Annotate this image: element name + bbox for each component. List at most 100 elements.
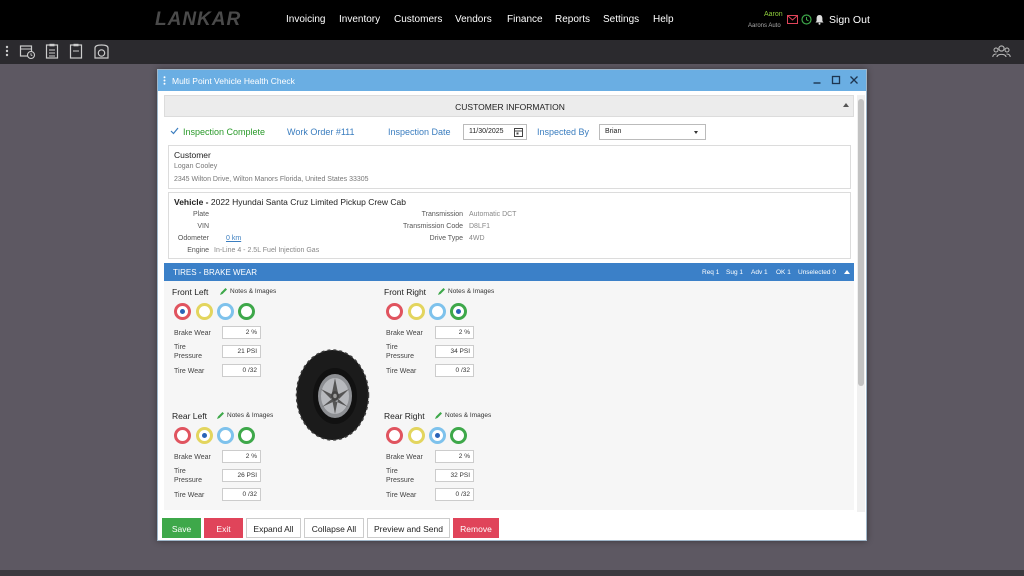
chevron-down-icon — [694, 131, 698, 134]
tire-pressure-input[interactable]: 21 PSI — [222, 345, 261, 358]
checkmark-icon[interactable] — [170, 127, 179, 135]
tire-wear-label: Tire Wear — [174, 368, 205, 375]
tire-pressure-input[interactable]: 26 PSI — [222, 469, 261, 482]
sign-out-link[interactable]: Sign Out — [829, 14, 870, 26]
maximize-icon[interactable] — [829, 73, 843, 87]
vehicle-title: Vehicle - 2022 Hyundai Santa Cruz Limite… — [174, 197, 407, 207]
brake-wear-label: Brake Wear — [174, 454, 211, 461]
notes-images-link[interactable]: Notes & Images — [445, 412, 491, 419]
nav-customers[interactable]: Customers — [394, 14, 442, 25]
tire-pressure-input[interactable]: 34 PSI — [435, 345, 474, 358]
more-vertical-icon[interactable] — [5, 45, 9, 57]
status-sug-radio[interactable] — [408, 303, 425, 320]
odometer-link[interactable]: 0 km — [226, 235, 241, 242]
clock-icon[interactable] — [801, 14, 812, 25]
dialog-scrollbar[interactable] — [857, 95, 865, 512]
customer-name: Logan Cooley — [174, 163, 218, 170]
work-order-link[interactable]: Work Order #111 — [287, 127, 355, 137]
notes-images-link[interactable]: Notes & Images — [230, 288, 276, 295]
bell-icon[interactable] — [815, 14, 824, 25]
dialog-title: Multi Point Vehicle Health Check — [172, 76, 295, 86]
nav-vendors[interactable]: Vendors — [455, 14, 492, 25]
status-req-radio[interactable] — [386, 427, 403, 444]
brake-wear-input[interactable]: 2 % — [435, 326, 474, 339]
pencil-icon[interactable] — [219, 287, 228, 296]
odometer-label: Odometer — [177, 235, 209, 242]
users-group-icon[interactable] — [992, 44, 1011, 59]
status-adv-radio[interactable] — [217, 303, 234, 320]
inspection-date-input[interactable]: 11/30/2025 — [463, 124, 527, 140]
status-ok-radio[interactable] — [450, 427, 467, 444]
transmission-code-value: D8LF1 — [469, 223, 491, 230]
notes-images-link[interactable]: Notes & Images — [227, 412, 273, 419]
checklist-icon[interactable] — [45, 43, 59, 60]
status-ok-radio[interactable] — [450, 303, 467, 320]
status-ok-radio[interactable] — [238, 427, 255, 444]
status-req-radio[interactable] — [386, 303, 403, 320]
pencil-icon[interactable] — [216, 411, 225, 420]
nav-invoicing[interactable]: Invoicing — [286, 14, 325, 25]
status-sug-radio[interactable] — [408, 427, 425, 444]
status-req-radio[interactable] — [174, 427, 191, 444]
tire-pressure-label: Tire Pressure — [386, 344, 415, 360]
save-button[interactable]: Save — [162, 518, 201, 538]
collapse-all-button[interactable]: Collapse All — [304, 518, 364, 538]
inspection-complete-label[interactable]: Inspection Complete — [183, 127, 265, 137]
minimize-icon[interactable] — [810, 73, 824, 87]
tire-image — [295, 349, 370, 441]
brake-wear-input[interactable]: 2 % — [435, 450, 474, 463]
remove-button[interactable]: Remove — [453, 518, 499, 538]
status-sug-radio[interactable] — [196, 427, 213, 444]
inspected-by-select[interactable]: Brian — [599, 124, 706, 140]
engine-label: Engine — [187, 247, 209, 254]
engine-value: In-Line 4 - 2.5L Fuel Injection Gas — [214, 247, 320, 254]
vin-label: VIN — [197, 223, 209, 230]
drag-handle-icon[interactable] — [163, 76, 166, 85]
close-icon[interactable] — [847, 73, 861, 87]
preview-send-button[interactable]: Preview and Send — [367, 518, 450, 538]
tire-wear-input[interactable]: 0 /32 — [222, 364, 261, 377]
scrollbar-thumb[interactable] — [858, 99, 864, 386]
status-adv-radio[interactable] — [217, 427, 234, 444]
nav-help[interactable]: Help — [653, 14, 674, 25]
tire-service-icon[interactable] — [93, 43, 110, 60]
nav-settings[interactable]: Settings — [603, 14, 639, 25]
nav-reports[interactable]: Reports — [555, 14, 590, 25]
calendar-icon[interactable] — [514, 127, 523, 137]
dialog-title-bar[interactable]: Multi Point Vehicle Health Check — [158, 70, 866, 91]
tire-wear-input[interactable]: 0 /32 — [435, 488, 474, 501]
tire-wear-label: Tire Wear — [174, 492, 205, 499]
clipboard-icon[interactable] — [69, 43, 83, 60]
calendar-clock-icon[interactable] — [19, 43, 36, 60]
pencil-icon[interactable] — [434, 411, 443, 420]
tires-brake-wear-header[interactable]: TIRES - BRAKE WEAR Req 1 Sug 1 Adv 1 OK … — [164, 263, 854, 281]
collapse-caret-icon[interactable] — [843, 103, 849, 107]
transmission-code-label: Transmission Code — [402, 223, 463, 230]
status-adv-radio[interactable] — [429, 427, 446, 444]
lankar-logo[interactable]: LANKAR — [155, 9, 241, 31]
tire-pressure-input[interactable]: 32 PSI — [435, 469, 474, 482]
nav-inventory[interactable]: Inventory — [339, 14, 380, 25]
brake-wear-input[interactable]: 2 % — [222, 450, 261, 463]
brake-wear-input[interactable]: 2 % — [222, 326, 261, 339]
notes-images-link[interactable]: Notes & Images — [448, 288, 494, 295]
brake-wear-label: Brake Wear — [174, 330, 211, 337]
status-adv-radio[interactable] — [429, 303, 446, 320]
collapse-caret-icon[interactable] — [844, 270, 850, 274]
drive-type-label: Drive Type — [429, 235, 463, 242]
expand-all-button[interactable]: Expand All — [246, 518, 301, 538]
plate-label: Plate — [193, 211, 209, 218]
stat-unselected: Unselected 0 — [798, 269, 836, 276]
customer-information-header[interactable]: CUSTOMER INFORMATION — [164, 95, 854, 117]
status-ok-radio[interactable] — [238, 303, 255, 320]
status-req-radio[interactable] — [174, 303, 191, 320]
tire-wear-input[interactable]: 0 /32 — [435, 364, 474, 377]
tire-wear-input[interactable]: 0 /32 — [222, 488, 261, 501]
inspection-date-label: Inspection Date — [388, 127, 451, 137]
exit-button[interactable]: Exit — [204, 518, 243, 538]
pencil-icon[interactable] — [437, 287, 446, 296]
top-navigation: LANKAR Invoicing Inventory Customers Ven… — [0, 0, 1024, 40]
mail-icon[interactable] — [787, 15, 798, 24]
status-sug-radio[interactable] — [196, 303, 213, 320]
nav-finance[interactable]: Finance — [507, 14, 543, 25]
